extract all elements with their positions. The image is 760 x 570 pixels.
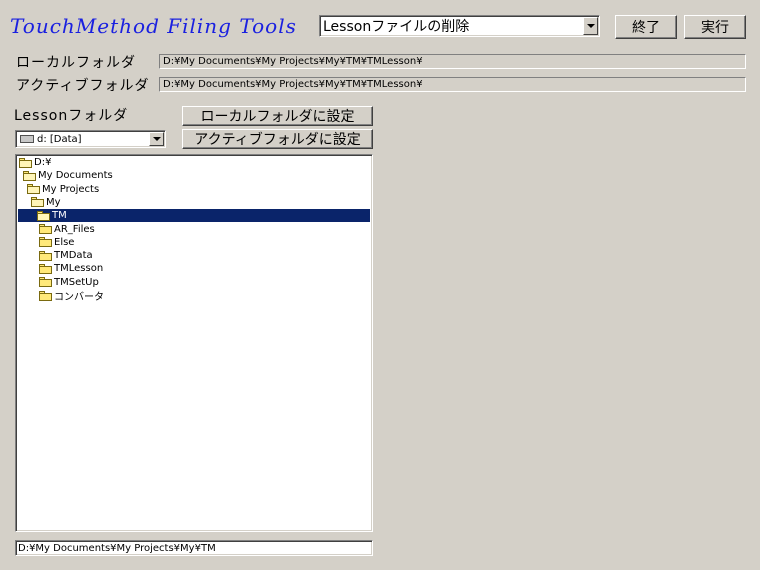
tree-item-label: TM bbox=[52, 210, 67, 222]
tree-item[interactable]: My Projects bbox=[16, 183, 99, 196]
open-folder-icon bbox=[31, 197, 44, 208]
drive-icon bbox=[20, 135, 34, 143]
folder-icon bbox=[39, 290, 52, 301]
tree-item-label: AR_Files bbox=[54, 223, 95, 235]
app-title: TouchMethod Filing Tools bbox=[10, 14, 297, 38]
tree-item[interactable]: TMSetUp bbox=[16, 276, 99, 289]
drive-select-value: d: [Data] bbox=[37, 133, 82, 145]
tree-item[interactable]: D:¥ bbox=[16, 156, 51, 169]
tree-item[interactable]: AR_Files bbox=[16, 223, 95, 236]
tree-item-label: Else bbox=[54, 236, 75, 248]
set-active-folder-button[interactable]: アクティブフォルダに設定 bbox=[182, 129, 373, 149]
active-folder-label: アクティブフォルダ bbox=[16, 78, 150, 94]
tree-item-label: TMData bbox=[54, 250, 93, 262]
local-folder-path: D:¥My Documents¥My Projects¥My¥TM¥TMLess… bbox=[159, 54, 746, 69]
tree-item-label: My bbox=[46, 196, 61, 208]
drive-select[interactable]: d: [Data] bbox=[15, 130, 166, 148]
tree-item-label: コンバータ bbox=[54, 292, 104, 303]
action-select-value: Lessonファイルの削除 bbox=[323, 19, 470, 35]
chevron-down-icon[interactable] bbox=[583, 17, 598, 35]
folder-icon bbox=[39, 277, 52, 288]
tree-item-label: TMLesson bbox=[54, 263, 104, 275]
tree-item-label: D:¥ bbox=[34, 157, 52, 168]
folder-icon bbox=[39, 263, 52, 274]
tree-item[interactable]: TMData bbox=[16, 249, 93, 262]
tree-item[interactable]: TM bbox=[18, 209, 370, 223]
open-folder-icon bbox=[37, 210, 50, 221]
open-folder-icon bbox=[19, 157, 32, 168]
folder-icon bbox=[39, 224, 52, 234]
active-folder-path: D:¥My Documents¥My Projects¥My¥TM¥TMLess… bbox=[159, 77, 746, 92]
tree-item-label: My Documents bbox=[38, 170, 113, 182]
current-path-field: D:¥My Documents¥My Projects¥My¥TM bbox=[15, 540, 373, 556]
open-folder-icon bbox=[27, 184, 40, 195]
lesson-folder-label: Lessonフォルダ bbox=[14, 108, 129, 124]
action-select[interactable]: Lessonファイルの削除 bbox=[319, 15, 600, 37]
open-folder-icon bbox=[23, 170, 36, 181]
tree-item[interactable]: My bbox=[16, 196, 61, 209]
tree-item[interactable]: Else bbox=[16, 236, 74, 249]
chevron-down-icon[interactable] bbox=[149, 132, 164, 146]
tree-item-label: TMSetUp bbox=[54, 276, 99, 288]
tree-item-label: My Projects bbox=[42, 183, 100, 195]
local-folder-label: ローカルフォルダ bbox=[16, 55, 136, 71]
exit-button[interactable]: 終了 bbox=[615, 15, 677, 39]
tree-item[interactable]: TMLesson bbox=[16, 262, 103, 275]
tree-item[interactable]: My Documents bbox=[16, 169, 113, 182]
set-local-folder-button[interactable]: ローカルフォルダに設定 bbox=[182, 106, 373, 126]
folder-icon bbox=[39, 250, 52, 261]
run-button[interactable]: 実行 bbox=[684, 15, 746, 39]
folder-icon bbox=[39, 237, 52, 248]
tree-item[interactable]: コンバータ bbox=[16, 289, 104, 303]
folder-tree[interactable]: D:¥ My Documents My Projects My TM AR_Files El… bbox=[15, 154, 373, 532]
